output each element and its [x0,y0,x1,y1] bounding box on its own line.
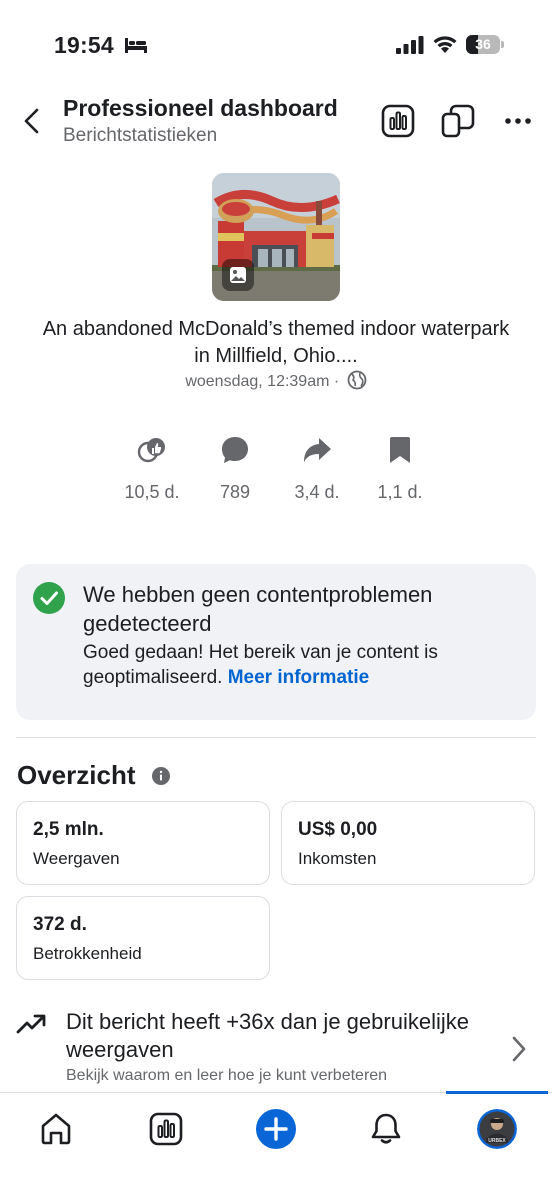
wifi-icon [433,36,457,53]
reactions-icon [137,438,165,463]
saves-value: 1,1 d. [377,482,423,502]
avatar-text: URBEX [488,1138,506,1144]
divider [16,737,536,738]
reactions-value: 10,5 d. [124,482,180,502]
photo-badge [222,259,254,291]
notice-title: We hebben geen contentproblemen gedetect… [83,582,433,636]
insight-subtitle: Bekijk waarom en leer hoe je kunt verbet… [66,1067,388,1084]
avatar-image: URBEX [477,1109,517,1149]
page-subtitle: Berichtstatistieken [63,125,218,146]
comments-icon [222,437,248,463]
battery-level: 36 [475,36,491,52]
more-icon[interactable] [500,103,536,139]
insights-nav-icon[interactable] [148,1111,184,1147]
post-timestamp: woensdag, 12:39am · [185,373,344,390]
image-icon [230,267,246,283]
info-icon[interactable] [152,767,170,785]
saves-icon [390,437,410,463]
stat-reactions: 10,5 d. [107,435,197,503]
home-icon[interactable] [38,1111,74,1147]
notifications-icon[interactable] [368,1111,404,1147]
engagement-value: 372 d. [33,914,87,935]
post-caption: An abandoned McDonald’s themed indoor wa… [42,318,510,367]
overview-heading: Overzicht [17,760,136,790]
revenue-value: US$ 0,00 [298,819,378,840]
status-time: 19:54 [54,32,114,58]
stat-comments: 789 [190,435,280,503]
insights-icon[interactable] [380,103,416,139]
copy-icon[interactable] [440,103,476,139]
metric-card-views[interactable]: 2,5 mln. Weergaven [16,801,270,885]
chevron-right-icon[interactable] [508,1034,530,1064]
back-icon[interactable] [18,106,46,136]
check-circle-icon [33,582,65,614]
post-thumbnail[interactable] [212,173,340,301]
profile-avatar[interactable]: URBEX [477,1109,517,1149]
status-bar: 19:54 36 [0,0,552,80]
bed-icon [125,38,147,53]
signal-icon [396,36,424,54]
views-label: Weergaven [33,849,120,868]
stat-saves: 1,1 d. [355,435,445,503]
bottom-nav: URBEX [0,1091,552,1200]
content-status-card: We hebben geen contentproblemen gedetect… [16,564,536,720]
battery-icon: 36 [466,35,504,54]
stat-shares: 3,4 d. [272,435,362,503]
globe-icon [347,370,367,390]
views-value: 2,5 mln. [33,819,104,840]
revenue-label: Inkomsten [298,849,377,868]
notice-body: Goed gedaan! Het bereik van je content i… [83,640,513,690]
metric-card-engagement[interactable]: 372 d. Betrokkenheid [16,896,270,980]
metric-card-revenue[interactable]: US$ 0,00 Inkomsten [281,801,535,885]
shares-icon [304,438,331,462]
active-tab-indicator [446,1091,548,1094]
post-meta: woensdag, 12:39am · [0,370,552,391]
page-title: Professioneel dashboard [63,95,338,121]
engagement-label: Betrokkenheid [33,944,142,963]
insight-title[interactable]: Dit bericht heeft +36x dan je gebruikeli… [66,1008,486,1064]
learn-more-link[interactable]: Meer informatie [228,667,369,688]
comments-value: 789 [219,482,251,502]
trending-up-icon [16,1014,46,1034]
shares-value: 3,4 d. [294,482,340,502]
create-icon[interactable] [256,1109,296,1149]
